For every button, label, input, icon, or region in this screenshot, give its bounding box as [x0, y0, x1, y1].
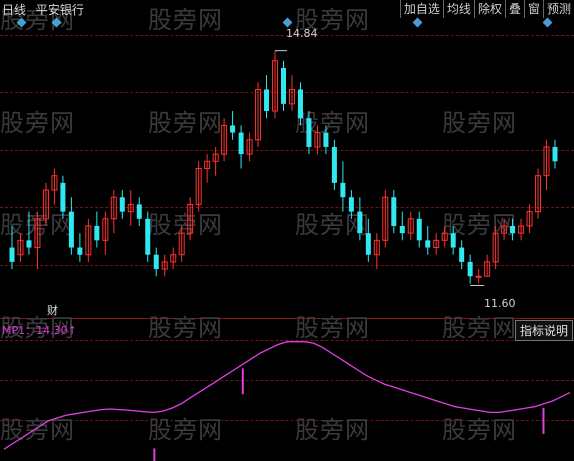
candle-body	[552, 146, 558, 162]
stock-name: 平安银行	[35, 3, 84, 17]
forecast-button[interactable]: 预测	[542, 0, 574, 18]
moving-average-button[interactable]: 均线	[442, 0, 474, 18]
candle-body	[459, 247, 465, 262]
period-label[interactable]: 日线	[2, 3, 26, 17]
indicator-help-button[interactable]: 指标说明	[514, 320, 573, 341]
ex-rights-button[interactable]: 除权	[473, 0, 505, 18]
candle-body	[77, 247, 83, 255]
candle-body	[425, 240, 431, 248]
candle-body	[68, 211, 74, 248]
candle-body	[306, 118, 312, 147]
window-button[interactable]: 窗	[523, 0, 543, 18]
candle-body	[416, 218, 422, 241]
indicator-line	[3, 341, 571, 450]
stock-chart-window: { "window": { "period": "日线", "stock_nam…	[0, 0, 574, 461]
candle-body	[348, 197, 354, 212]
toolbar: 加自选 均线 除权 叠 窗 预测	[399, 0, 574, 18]
candle-body	[26, 240, 32, 248]
candle-body	[323, 132, 329, 147]
low-price-label: 11.60	[484, 297, 516, 310]
candle-body	[9, 247, 15, 262]
candle-body	[475, 275, 482, 278]
candle-body	[297, 89, 303, 119]
chart-title: 日线 平安银行	[2, 1, 90, 18]
candlestick-chart[interactable]	[0, 0, 574, 461]
add-watchlist-button[interactable]: 加自选	[399, 0, 443, 18]
candle-body	[153, 254, 159, 270]
candle-body	[264, 89, 270, 112]
candle-body	[450, 233, 456, 248]
indicator-label: MP1：14.30↑	[2, 324, 77, 337]
candle-body	[238, 132, 244, 155]
candle-body	[510, 225, 516, 234]
candle-body	[145, 218, 151, 255]
candle-body	[94, 225, 100, 241]
high-price-label: 14.84	[286, 27, 318, 40]
candle-body	[467, 261, 473, 277]
candle-body	[60, 182, 66, 212]
overlay-button[interactable]: 叠	[504, 0, 524, 18]
candle-body	[281, 67, 286, 104]
candle-body	[331, 146, 337, 183]
candle-body	[340, 182, 346, 198]
candle-body	[365, 233, 371, 255]
finance-marker[interactable]: 财	[47, 302, 58, 318]
candle-body	[230, 125, 236, 133]
candle-body	[357, 211, 363, 234]
candle-body	[391, 197, 397, 226]
candle-body	[119, 197, 125, 212]
candle-body	[136, 204, 142, 219]
candle-body	[399, 225, 405, 234]
